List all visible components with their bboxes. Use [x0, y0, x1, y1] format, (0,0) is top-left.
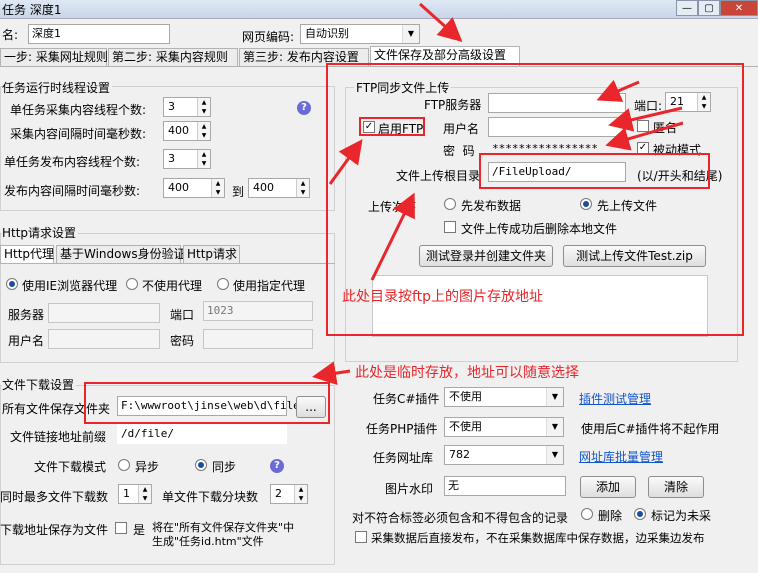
arrow-to-ftp-password — [605, 121, 684, 151]
arrow-to-enable-ftp — [328, 139, 363, 185]
ftp-directory-annotation: 此处目录按ftp上的图片存放地址 — [342, 289, 544, 305]
arrow-to-tab — [418, 2, 463, 43]
arrow-to-save-folder — [312, 361, 351, 386]
temp-folder-annotation: 此处是临时存放，地址可以随意选择 — [355, 365, 579, 381]
arrow-to-ftp-server — [596, 79, 640, 102]
arrow-to-upload-root — [370, 192, 415, 281]
arrow-to-ftp-user — [608, 106, 683, 132]
